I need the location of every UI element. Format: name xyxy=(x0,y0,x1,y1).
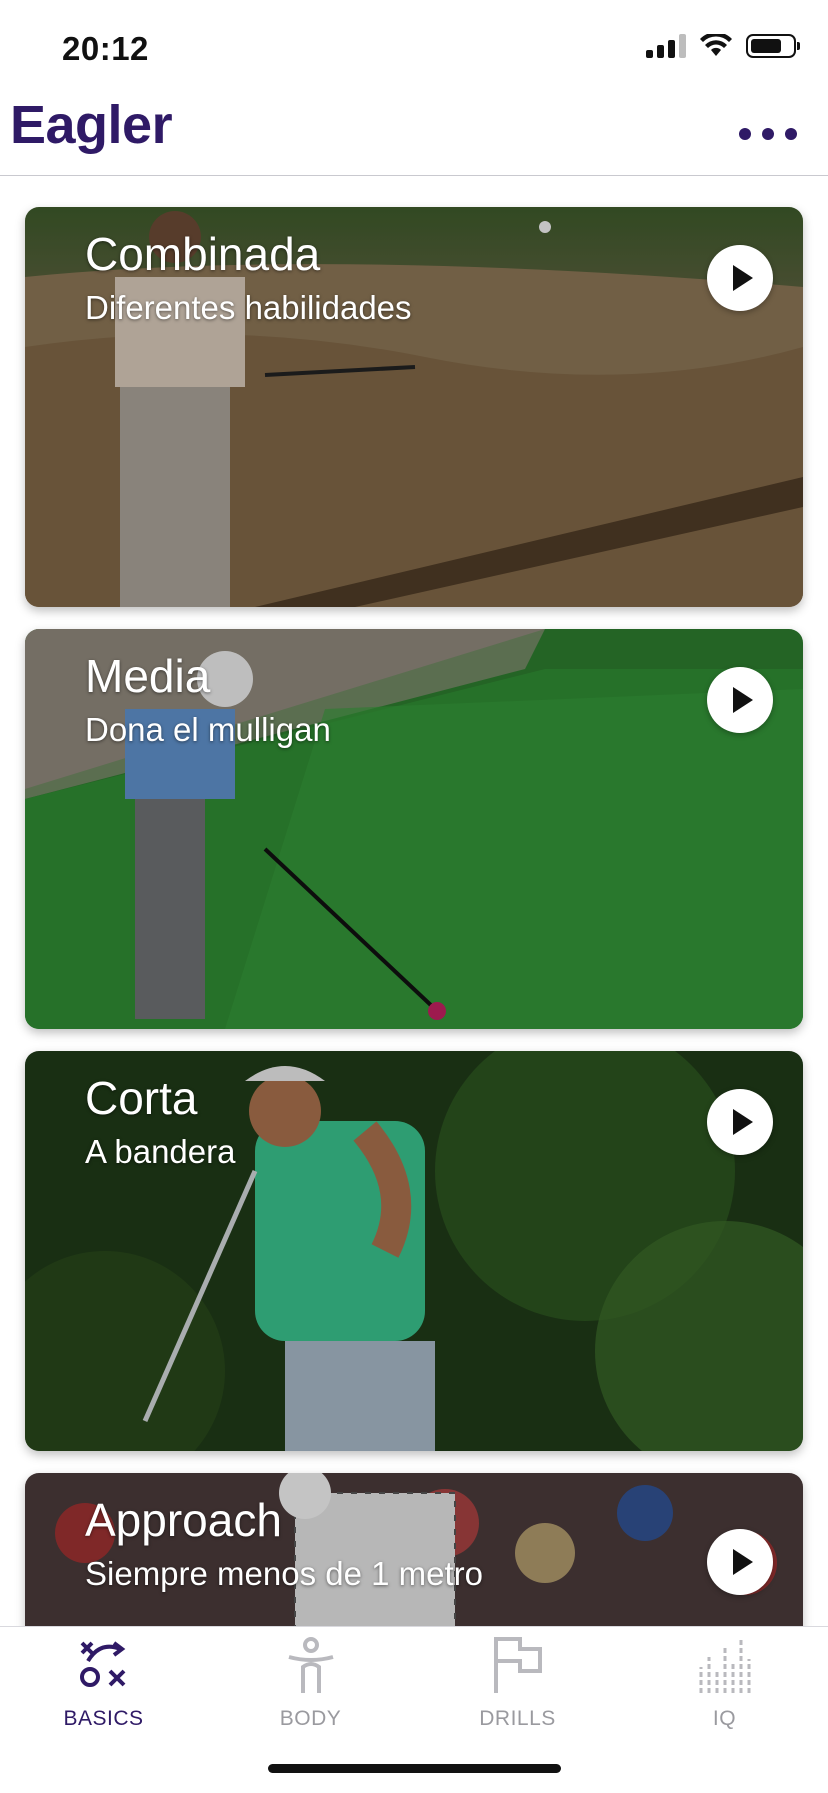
play-icon[interactable] xyxy=(707,1089,773,1155)
tab-label: DRILLS xyxy=(479,1707,556,1730)
status-icons xyxy=(646,34,800,58)
home-indicator[interactable] xyxy=(268,1764,561,1773)
body-icon xyxy=(287,1637,334,1693)
tab-drills[interactable]: DRILLS xyxy=(414,1627,621,1737)
card-title: Corta xyxy=(85,1072,198,1124)
card-subtitle: Siempre menos de 1 metro xyxy=(85,1555,484,1592)
app-logo: Eagler xyxy=(10,95,173,155)
card-title: Combinada xyxy=(85,228,321,280)
card-combinada[interactable]: Combinada Diferentes habilidades xyxy=(25,207,803,607)
tab-basics[interactable]: BASICS xyxy=(0,1627,207,1737)
drill-list: Combinada Diferentes habilidades Media D… xyxy=(0,176,828,1626)
tab-label: IQ xyxy=(712,1707,737,1730)
wifi-icon xyxy=(700,34,732,56)
tab-iq[interactable]: IQ xyxy=(621,1627,828,1737)
status-time: 20:12 xyxy=(62,30,149,67)
tactics-icon xyxy=(79,1641,125,1687)
signal-icon xyxy=(646,34,686,58)
play-icon[interactable] xyxy=(707,667,773,733)
tab-label: BODY xyxy=(279,1707,342,1730)
stats-icon xyxy=(699,1639,750,1693)
battery-icon xyxy=(746,34,800,58)
play-icon[interactable] xyxy=(707,1529,773,1595)
app-header: Eagler xyxy=(0,92,828,176)
card-media[interactable]: Media Dona el mulligan xyxy=(25,629,803,1029)
card-subtitle: Dona el mulligan xyxy=(85,711,331,748)
card-corta[interactable]: Corta A bandera xyxy=(25,1051,803,1451)
status-bar: 20:12 xyxy=(0,0,828,92)
more-icon[interactable] xyxy=(738,124,798,144)
card-approach[interactable]: Approach Siempre menos de 1 metro xyxy=(25,1473,803,1626)
play-icon[interactable] xyxy=(707,245,773,311)
card-title: Approach xyxy=(85,1494,282,1546)
tab-label: BASICS xyxy=(63,1707,144,1730)
card-subtitle: A bandera xyxy=(85,1133,236,1170)
flag-icon xyxy=(493,1637,542,1693)
card-title: Media xyxy=(85,650,211,702)
card-subtitle: Diferentes habilidades xyxy=(85,289,412,326)
tab-body[interactable]: BODY xyxy=(207,1627,414,1737)
